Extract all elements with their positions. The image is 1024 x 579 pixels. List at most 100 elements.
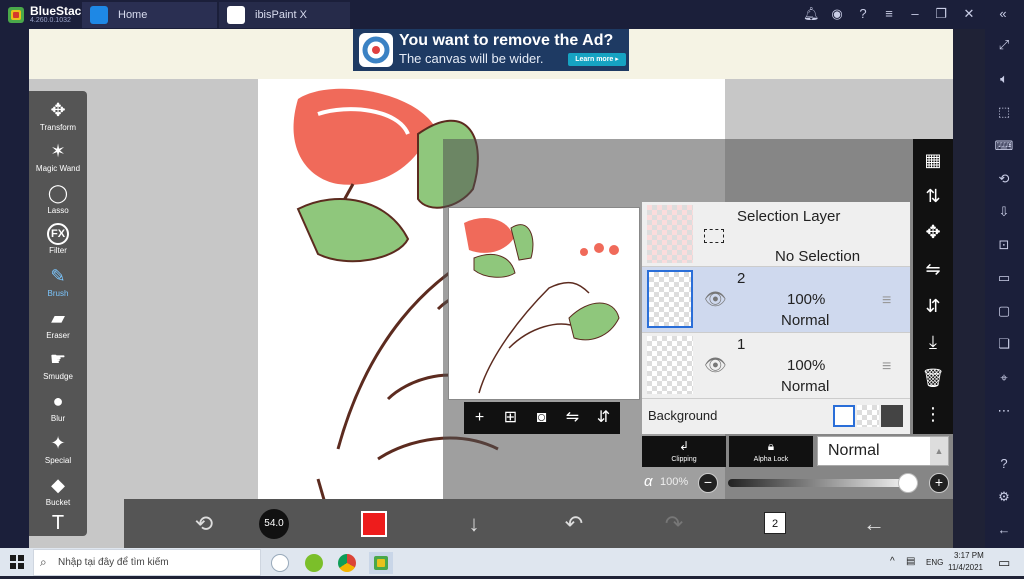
account-icon[interactable]: ◉	[829, 6, 845, 22]
cursor-icon[interactable]: ⬚	[994, 103, 1014, 121]
settings-gear-icon[interactable]: ⚙	[994, 488, 1014, 506]
restore-icon[interactable]: ❐	[933, 6, 949, 22]
opacity-slider[interactable]	[728, 473, 918, 493]
tab-ibispaint[interactable]: ibisPaint X	[219, 2, 350, 28]
tool-brush[interactable]: ✎ Brush	[29, 264, 87, 298]
keyboard-icon[interactable]: ⌨	[994, 137, 1014, 155]
more-icon[interactable]: ⋯	[994, 402, 1014, 420]
opacity-slider-knob[interactable]	[898, 473, 918, 493]
close-icon[interactable]: ✕	[961, 6, 977, 22]
volume-icon[interactable]: 🔈︎	[994, 70, 1014, 88]
selection-status: No Selection	[775, 248, 861, 265]
tool-magic-wand[interactable]: ✶ Magic Wand	[29, 139, 87, 173]
duplicate-layer-icon[interactable]: ⊞	[495, 402, 526, 434]
selection-layer-row[interactable]: Selection Layer No Selection	[642, 202, 910, 267]
game-app-icon[interactable]	[305, 554, 323, 572]
zalo-app-icon[interactable]	[271, 554, 289, 572]
opacity-decrease-button[interactable]: −	[698, 473, 718, 493]
screenshot-icon[interactable]: ⊡	[994, 236, 1014, 254]
brush-size-indicator[interactable]: 54.0	[259, 509, 289, 539]
collapse-sidebar-icon[interactable]: «	[995, 6, 1011, 22]
delete-layer-icon[interactable]: 🗑︎	[913, 363, 953, 393]
more-options-icon[interactable]: ⋮	[913, 399, 953, 429]
notification-center-icon[interactable]: ▭	[998, 555, 1010, 571]
layer-swap-icon[interactable]: ⇅	[913, 181, 953, 211]
drag-handle-icon[interactable]: ≡	[882, 292, 891, 310]
background-dark-option[interactable]	[881, 405, 903, 427]
learn-more-button[interactable]: Learn more ▸	[568, 53, 626, 66]
alpha-lock-button[interactable]: 🔒︎ Alpha Lock	[729, 436, 813, 467]
tool-transform[interactable]: ✥ Transform	[29, 98, 87, 132]
tool-smudge[interactable]: ☛ Smudge	[29, 347, 87, 381]
background-row[interactable]: Background	[642, 399, 910, 434]
layers-button[interactable]: 2	[764, 512, 786, 534]
drag-handle-icon[interactable]: ≡	[882, 358, 891, 376]
menu-icon[interactable]: ≡	[881, 6, 897, 22]
add-layer-icon[interactable]: +	[464, 402, 495, 434]
down-arrow-icon[interactable]: ↓	[454, 499, 494, 548]
tool-filter[interactable]: FX Filter	[29, 223, 87, 255]
opacity-increase-button[interactable]: +	[929, 473, 949, 493]
flip-vertical-icon[interactable]: ⇵	[588, 402, 619, 434]
multi-instance-icon[interactable]: ❏	[994, 335, 1014, 353]
minimize-icon[interactable]: –	[907, 6, 923, 22]
back-arrow-icon[interactable]: ←	[994, 521, 1014, 539]
eye-visibility-icon[interactable]: 👁︎	[704, 289, 727, 310]
color-swatch[interactable]	[361, 511, 387, 537]
layer-opacity: 100%	[787, 357, 826, 374]
ad-headline: You want to remove the Ad?	[399, 32, 614, 49]
camera-import-icon[interactable]: ◙	[526, 402, 557, 434]
tab-home[interactable]: Home	[82, 2, 217, 28]
clock-time[interactable]: 3:17 PM	[954, 551, 984, 560]
tool-lasso[interactable]: ◯ Lasso	[29, 181, 87, 215]
ad-banner[interactable]: You want to remove the Ad? The canvas wi…	[353, 29, 629, 71]
ibispaint-logo-icon	[359, 33, 393, 67]
help-icon[interactable]: ?	[855, 6, 871, 22]
rotate-icon[interactable]: ⟲	[994, 170, 1014, 188]
chrome-icon[interactable]	[338, 554, 356, 572]
taskbar-search-input[interactable]: ⌕ Nhập tại đây để tìm kiếm	[33, 549, 261, 576]
background-transparent-option[interactable]	[857, 405, 879, 427]
layer-row[interactable]: 👁︎ 2 100% Normal ≡	[642, 267, 910, 333]
redo-icon[interactable]: ↷	[654, 499, 694, 548]
bluestacks-taskbar-icon[interactable]	[369, 552, 393, 574]
undo-icon[interactable]: ↶	[554, 499, 594, 548]
checkerboard-icon[interactable]: ▦	[913, 145, 953, 175]
location-icon[interactable]: ⌖	[994, 369, 1014, 387]
blend-mode-select[interactable]: Normal ▲	[817, 436, 949, 466]
layer-preview[interactable]	[448, 207, 640, 400]
chevron-up-icon[interactable]: ▲	[930, 437, 948, 465]
tool-text[interactable]: T	[29, 511, 87, 535]
eye-visibility-icon[interactable]: 👁︎	[704, 355, 727, 376]
clipping-button[interactable]: ↲ Clipping	[642, 436, 726, 467]
tool-eraser[interactable]: ▰ Eraser	[29, 306, 87, 340]
back-icon[interactable]: ←	[854, 499, 894, 548]
language-indicator[interactable]: ENG	[926, 558, 943, 567]
flip-horizontal-icon[interactable]: ⇋	[557, 402, 588, 434]
tool-blur[interactable]: ● Blur	[29, 389, 87, 423]
swap-tool-icon[interactable]: ⟲	[184, 499, 224, 548]
tool-special[interactable]: ✦ Special	[29, 431, 87, 465]
flip-layer-vertical-icon[interactable]: ⇵	[913, 291, 953, 321]
bluestacks-version: 4.260.0.1032	[30, 17, 71, 24]
record-icon[interactable]: ▭	[994, 269, 1014, 287]
install-apk-icon[interactable]: ⇩	[994, 203, 1014, 221]
move-layer-icon[interactable]: ✥	[913, 217, 953, 247]
sidebar-help-icon[interactable]: ?	[994, 455, 1014, 473]
merge-down-icon[interactable]: ⤓	[913, 327, 953, 357]
flip-layer-horizontal-icon[interactable]: ⇋	[913, 254, 953, 284]
layer-row[interactable]: 👁︎ 1 100% Normal ≡	[642, 333, 910, 399]
tool-label: Filter	[49, 246, 67, 255]
background-white-option[interactable]	[833, 405, 855, 427]
notification-bell-icon[interactable]: 🔔︎	[803, 6, 820, 22]
tray-network-icon[interactable]: ▤	[906, 556, 915, 567]
folder-icon[interactable]: ▢	[994, 302, 1014, 320]
windows-start-icon[interactable]	[10, 555, 24, 569]
tool-label: Magic Wand	[35, 164, 81, 173]
tray-chevron-up-icon[interactable]: ^	[890, 556, 895, 567]
alpha-lock-label: Alpha Lock	[753, 456, 789, 463]
clipping-icon: ↲	[678, 439, 690, 453]
fullscreen-icon[interactable]: ⤢	[994, 36, 1014, 54]
tool-bucket[interactable]: ◆ Bucket	[29, 473, 87, 507]
clock-date[interactable]: 11/4/2021	[948, 563, 983, 572]
